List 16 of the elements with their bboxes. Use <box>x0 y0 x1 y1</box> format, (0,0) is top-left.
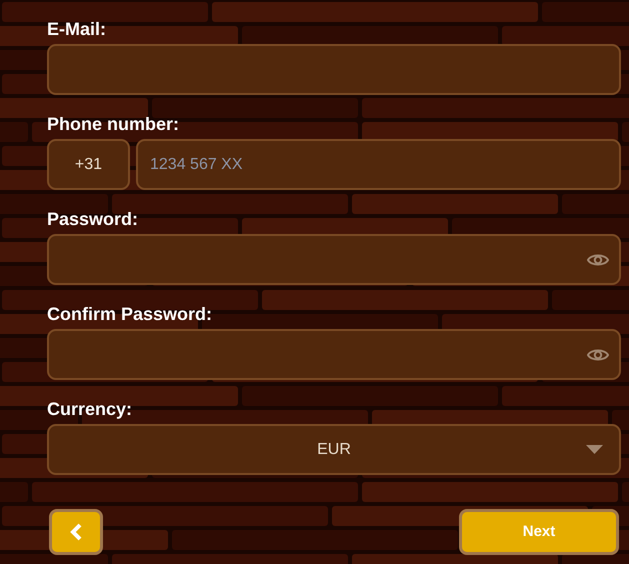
back-button[interactable] <box>49 509 103 555</box>
field-label: Phone number: <box>47 113 180 135</box>
country-code-selector[interactable]: +31 <box>47 139 130 190</box>
password-field[interactable] <box>47 234 621 285</box>
field-label: Password: <box>47 208 140 230</box>
chevron-left-icon <box>70 523 82 541</box>
phone-field[interactable]: 1234 567 XX <box>136 139 621 190</box>
email-field[interactable] <box>47 44 621 95</box>
field-label: Confirm Password: <box>47 303 214 325</box>
field-label: Currency: <box>47 398 134 420</box>
currency-select[interactable]: EUR <box>47 424 621 475</box>
eye-icon[interactable] <box>587 346 609 362</box>
field-label: E-Mail: <box>47 18 108 40</box>
password-field[interactable] <box>47 329 621 380</box>
eye-icon[interactable] <box>587 252 609 268</box>
caret-icon <box>586 445 603 454</box>
